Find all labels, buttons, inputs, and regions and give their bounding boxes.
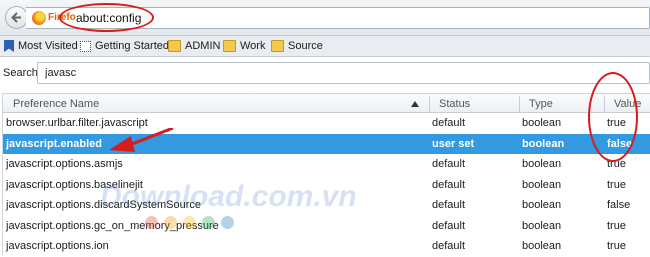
preference-value: false	[607, 199, 631, 211]
preferences-table: Preference Name Status Type Value browse…	[2, 93, 650, 256]
watermark-dot	[202, 216, 215, 229]
preference-type: boolean	[522, 178, 562, 191]
search-label: Search:	[3, 67, 41, 79]
preference-type: boolean	[522, 240, 562, 252]
preference-status: default	[432, 219, 466, 232]
page-icon	[80, 40, 91, 52]
preference-name: javascript.options.asmjs	[6, 158, 123, 170]
bookmark-folder-work[interactable]: Work	[223, 39, 265, 53]
bookmark-label: ADMIN	[185, 40, 221, 52]
table-row-selected[interactable]: javascript.enabled user set boolean fals…	[3, 133, 650, 154]
preference-type: boolean	[522, 158, 562, 170]
preference-status: user set	[432, 137, 475, 150]
bookmark-most-visited[interactable]: Most Visited	[4, 39, 78, 53]
preference-status: default	[432, 240, 466, 252]
preference-status: default	[432, 117, 466, 129]
preference-name: javascript.options.ion	[6, 240, 109, 252]
watermark-dot	[183, 216, 196, 229]
watermark-dot	[145, 216, 158, 229]
preference-type: boolean	[522, 219, 562, 232]
table-header: Preference Name Status Type Value	[3, 93, 650, 113]
address-bar[interactable]: Firefo about:config	[26, 3, 650, 32]
watermark-dots	[145, 216, 234, 229]
preference-type: boolean	[522, 137, 565, 150]
url-annotation-circle	[59, 3, 154, 32]
bookmarks-icon	[4, 40, 14, 52]
bookmark-folder-admin[interactable]: ADMIN	[168, 39, 220, 53]
watermark-dot	[221, 216, 234, 229]
bookmark-label: Most Visited	[18, 40, 78, 52]
folder-icon	[168, 40, 181, 52]
preference-name: javascript.enabled	[6, 137, 102, 150]
watermark-dot	[164, 216, 177, 229]
preference-value: true	[607, 219, 626, 232]
preference-value: true	[607, 240, 626, 252]
preference-type: boolean	[522, 199, 562, 211]
preference-status: default	[432, 158, 466, 170]
preference-status: default	[432, 199, 466, 211]
bookmark-label: Source	[288, 40, 323, 52]
firefox-logo-icon	[32, 11, 46, 25]
bookmark-folder-source[interactable]: Source	[271, 39, 323, 53]
watermark-logo: Download.com.vn	[100, 180, 357, 213]
column-header-preference-name[interactable]: Preference Name	[13, 98, 99, 110]
column-header-status[interactable]: Status	[439, 98, 470, 110]
navigation-toolbar: Firefo about:config	[0, 0, 650, 36]
search-input[interactable]	[37, 62, 650, 84]
bookmarks-toolbar: Most Visited Getting Started ADMIN Work …	[0, 36, 650, 57]
table-row[interactable]: javascript.options.gc_on_memory_pressure…	[3, 216, 650, 237]
red-arrow-annotation-icon	[109, 128, 174, 152]
bookmark-getting-started[interactable]: Getting Started	[80, 39, 169, 53]
bookmark-label: Getting Started	[95, 40, 169, 52]
preference-type: boolean	[522, 117, 562, 129]
column-divider[interactable]	[429, 96, 430, 112]
column-divider[interactable]	[519, 96, 520, 112]
back-button[interactable]	[5, 6, 28, 29]
preference-value: true	[607, 178, 626, 191]
folder-icon	[223, 40, 236, 52]
bookmark-label: Work	[240, 40, 266, 52]
table-row[interactable]: browser.urlbar.filter.javascript default…	[3, 113, 650, 134]
preference-status: default	[432, 178, 466, 191]
value-column-annotation-circle	[588, 72, 638, 162]
table-row[interactable]: javascript.options.ion default boolean t…	[3, 236, 650, 257]
sort-ascending-icon	[411, 101, 419, 107]
folder-icon	[271, 40, 284, 52]
column-header-type[interactable]: Type	[529, 98, 553, 110]
search-row: Search:	[0, 57, 650, 89]
table-row[interactable]: javascript.options.asmjs default boolean…	[3, 154, 650, 175]
back-arrow-icon	[11, 12, 21, 23]
